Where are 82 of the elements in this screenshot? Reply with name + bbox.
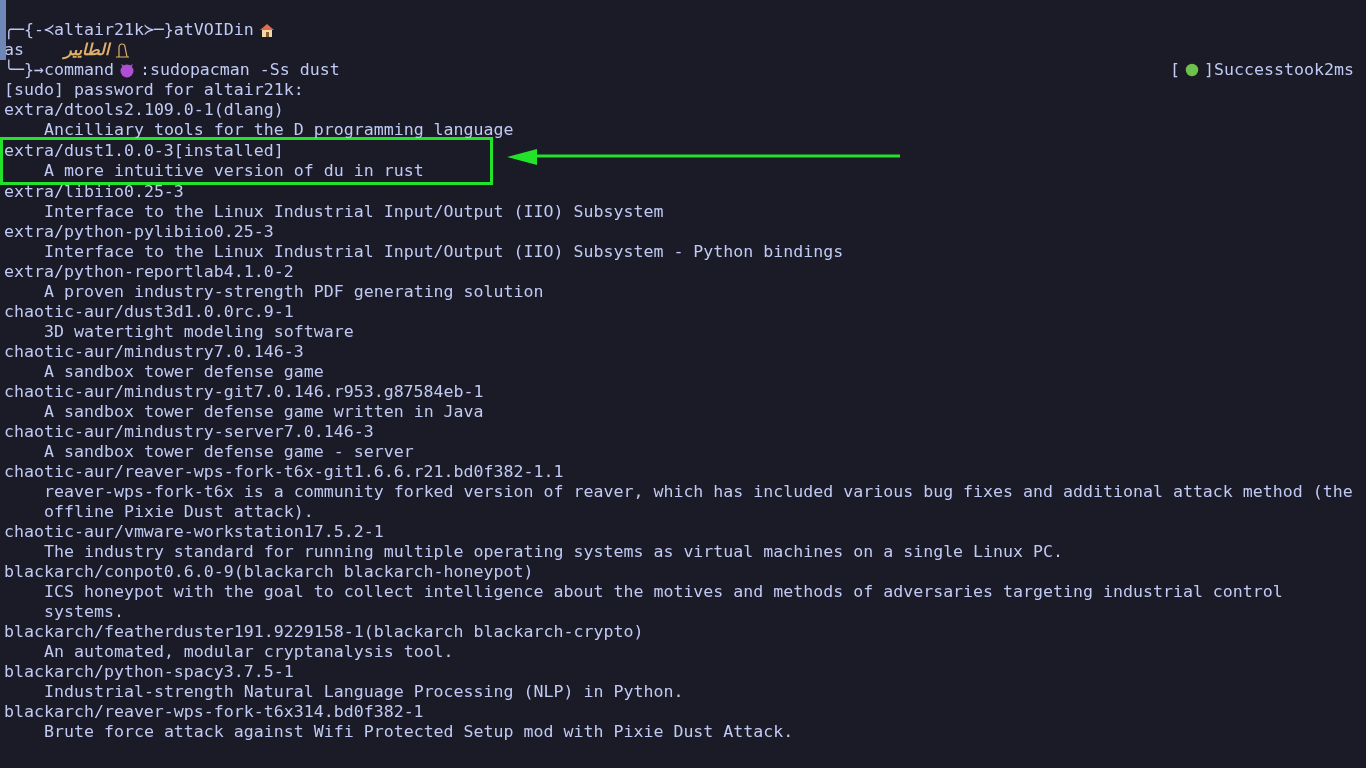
prompt-label: as — [4, 40, 24, 59]
package-name: vmware-workstation — [123, 522, 304, 542]
package-name: featherduster — [103, 622, 234, 642]
package-version: 7.0.146-3 — [283, 422, 374, 442]
took-label: took — [1284, 60, 1324, 80]
package-version: 1.0.0rc.9-1 — [183, 302, 294, 322]
package-name: python-reportlab — [63, 262, 224, 282]
package-repo: blackarch/ — [4, 702, 104, 722]
package-description: A sandbox tower defense game — [43, 362, 325, 382]
package-version: 3.7.5-1 — [223, 662, 294, 682]
package-description: Ancilliary tools for the D programming language — [43, 120, 515, 140]
package-repo: chaotic-aur/ — [4, 342, 124, 362]
package-description: A more intuitive version of du in rust — [43, 161, 425, 181]
status-bracket: [ — [1170, 60, 1181, 80]
package-repo: chaotic-aur/ — [4, 462, 124, 482]
package-repo: extra/ — [4, 222, 64, 242]
package-groups: (dlang) — [213, 100, 284, 120]
prompt-bracket: ╰─}→ — [4, 60, 44, 80]
package-version: 17.5.2-1 — [303, 522, 384, 542]
package-version: 1.0.0-3 — [103, 141, 174, 161]
host-name: VOID — [193, 20, 234, 40]
package-version: 7.0.146-3 — [213, 342, 304, 362]
command-label: command — [43, 60, 114, 80]
package-name: mindustry — [123, 342, 214, 362]
package-repo: blackarch/ — [4, 622, 104, 642]
package-repo: extra/ — [4, 141, 64, 161]
package-description: A sandbox tower defense game - server — [43, 442, 415, 462]
package-name: libiio — [63, 182, 124, 202]
package-description: 3D watertight modeling software — [43, 322, 355, 342]
installed-tag: [installed] — [173, 141, 284, 161]
package-description: A proven industry-strength PDF generating solution — [43, 282, 545, 302]
package-repo: extra/ — [4, 100, 64, 120]
package-name: mindustry-server — [123, 422, 284, 442]
package-repo: blackarch/ — [4, 662, 104, 682]
package-repo: extra/ — [4, 262, 64, 282]
package-name: mindustry-git — [123, 382, 254, 402]
package-version: 7.0.146.r953.g87584eb-1 — [253, 382, 484, 402]
command-name: sudo — [149, 60, 190, 80]
package-version: 1.6.6.r21.bd0f382-1.1 — [353, 462, 564, 482]
package-version: 2.109.0-1 — [123, 100, 214, 120]
package-name: python-pylibiio — [63, 222, 214, 242]
package-version: 191.9229158-1 — [233, 622, 364, 642]
package-name: dtools — [63, 100, 124, 120]
user-name: altair21k — [53, 20, 144, 39]
package-name: conpot — [103, 562, 164, 582]
prompt-word: at — [173, 20, 194, 40]
prompt-bracket: ≻─} — [143, 20, 174, 40]
package-repo: chaotic-aur/ — [4, 302, 124, 322]
package-repo: chaotic-aur/ — [4, 382, 124, 402]
package-name: dust3d — [123, 302, 184, 322]
prompt-bracket: ╭─{-≺ — [4, 20, 54, 40]
output-line: [sudo] password for altair21k: — [4, 80, 304, 100]
status-text: ]Success — [1204, 60, 1285, 80]
prompt-word: in — [233, 20, 254, 40]
package-description: reaver-wps-fork-t6x is a community forked version of reaver, which has included various bug fixes and additional attack method (the offline Pixie Dust attack). — [43, 482, 1354, 522]
package-version: 0.25-3 — [213, 222, 274, 242]
package-name: python-spacy — [103, 662, 224, 682]
package-groups: (blackarch blackarch-crypto) — [363, 622, 644, 642]
package-name: reaver-wps-fork-t6x — [103, 702, 294, 722]
package-repo: blackarch/ — [4, 562, 104, 582]
user-alias: الطايير — [64, 40, 110, 60]
package-description: An automated, modular cryptanalysis tool. — [43, 642, 455, 662]
package-description: A sandbox tower defense game written in Java — [43, 402, 485, 422]
command-arguments: pacman -Ss dust — [189, 60, 340, 80]
package-description: Brute force attack against Wifi Protected Setup mod with Pixie Dust Attack. — [43, 722, 795, 742]
package-version: 4.1.0-2 — [223, 262, 294, 282]
prompt-colon: : — [139, 60, 150, 80]
package-repo: extra/ — [4, 182, 64, 202]
duration: 2ms — [1324, 60, 1354, 80]
package-description: Industrial-strength Natural Language Processing (NLP) in Python. — [43, 682, 685, 702]
package-description: Interface to the Linux Industrial Input/Output (IIO) Subsystem — [43, 202, 665, 222]
package-repo: chaotic-aur/ — [4, 422, 124, 442]
package-version: 0.25-3 — [123, 182, 184, 202]
package-description: The industry standard for running multiple operating systems as virtual machines on a single Linux PC. — [43, 542, 1064, 562]
package-description: ICS honeypot with the goal to collect intelligence about the motives and methods of adversaries targeting industrial control systems. — [43, 582, 1284, 622]
package-repo: chaotic-aur/ — [4, 522, 124, 542]
package-name: reaver-wps-fork-t6x-git — [123, 462, 354, 482]
package-name: dust — [63, 141, 104, 161]
package-description: Interface to the Linux Industrial Input/Output (IIO) Subsystem - Python bindings — [43, 242, 845, 262]
package-version: 0.6.0-9 — [163, 562, 234, 582]
package-groups: (blackarch blackarch-honeypot) — [233, 562, 534, 582]
package-version: 314.bd0f382-1 — [293, 702, 424, 722]
